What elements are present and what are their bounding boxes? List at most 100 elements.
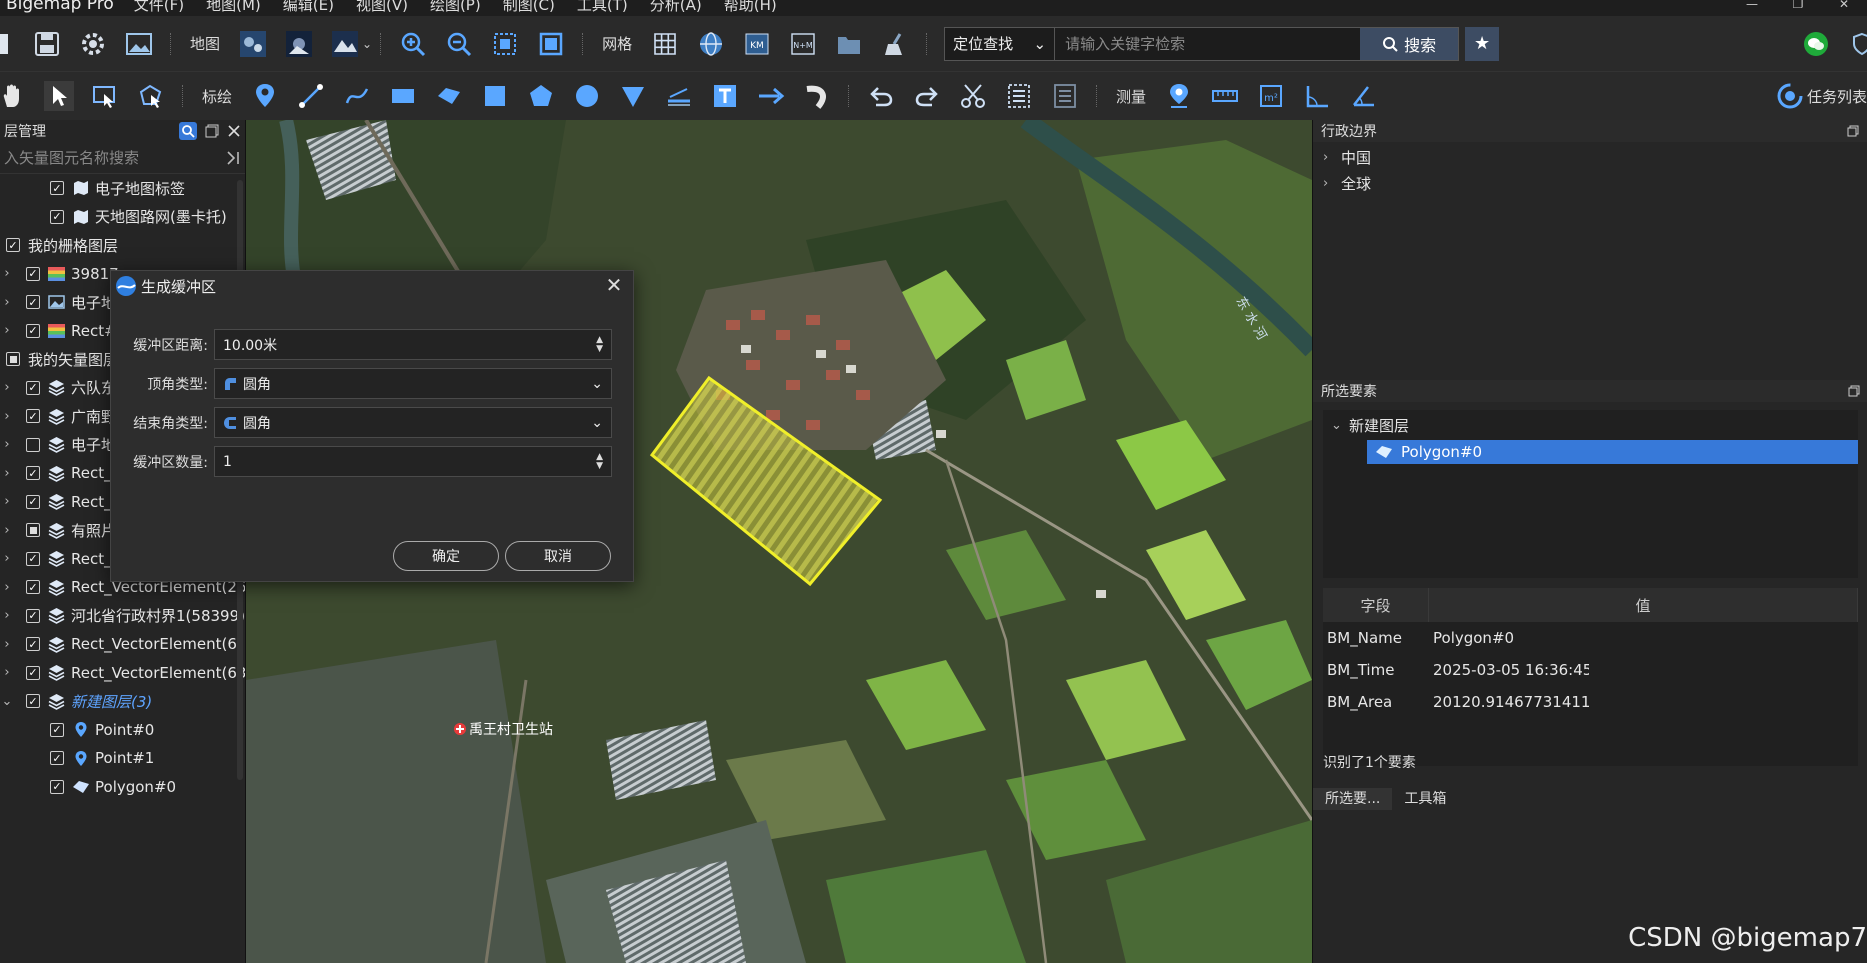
copy-list-icon[interactable] (1050, 81, 1080, 111)
flag-polygon-icon[interactable] (434, 81, 464, 111)
maximize-button[interactable]: ❐ (1775, 0, 1821, 16)
layer-checkbox[interactable]: ✓ (26, 608, 40, 623)
table-row[interactable]: BM_Time 2025-03-05 16:36:45 (1323, 654, 1858, 686)
measure-area-icon[interactable]: m² (1256, 81, 1286, 111)
layer-tree-row[interactable]: › ✓ Rect_VectorElement(6) (0, 630, 245, 659)
chevron-right-icon[interactable]: › (0, 409, 14, 424)
curve-draw-icon[interactable] (342, 81, 372, 111)
layer-checkbox[interactable]: ✓ (26, 266, 40, 281)
layer-checkbox[interactable]: ✓ (26, 637, 40, 652)
map-dropdown-chevron-icon[interactable]: ⌄ (362, 37, 372, 51)
clear-broom-icon[interactable] (880, 29, 910, 59)
table-row[interactable]: BM_Area 20120.91467731411 (1323, 686, 1858, 718)
layer-tree-row[interactable]: ✓ 我的栅格图层 (0, 231, 245, 260)
chevron-right-icon[interactable]: › (0, 295, 14, 310)
nm-grid-icon[interactable]: N+M (788, 29, 818, 59)
chevron-right-icon[interactable]: › (0, 580, 14, 595)
menu-draw[interactable]: 绘图(P) (430, 0, 481, 15)
chevron-right-icon[interactable]: › (0, 665, 14, 680)
restore-panel-icon[interactable] (1848, 385, 1860, 397)
search-icon[interactable] (179, 122, 197, 140)
marker-pin-icon[interactable] (250, 81, 280, 111)
chevron-right-icon[interactable]: › (0, 494, 14, 509)
zoom-in-icon[interactable] (398, 29, 428, 59)
restore-panel-icon[interactable] (1847, 125, 1859, 137)
chevron-right-icon[interactable]: › (0, 551, 14, 566)
menu-tools[interactable]: 工具(T) (577, 0, 628, 15)
layer-tree-row[interactable]: ✓ 天地图路网(墨卡托) (0, 203, 245, 232)
grid-icon[interactable] (650, 29, 680, 59)
layer-checkbox[interactable]: ✓ (26, 380, 40, 395)
table-row[interactable]: BM_Name Polygon#0 (1323, 622, 1858, 654)
layer-checkbox[interactable]: ✓ (50, 779, 64, 794)
settings-icon[interactable] (78, 29, 108, 59)
vector-search-input[interactable]: 入矢量图元名称搜索 (0, 142, 245, 174)
measure-point-icon[interactable] (1164, 81, 1194, 111)
layer-checkbox[interactable]: ✓ (50, 181, 64, 196)
close-window-button[interactable]: ✕ (1821, 0, 1867, 16)
line-draw-icon[interactable] (296, 81, 326, 111)
chevron-right-icon[interactable]: › (0, 523, 14, 538)
layer-checkbox[interactable]: ✓ (50, 722, 64, 737)
menu-cartography[interactable]: 制图(C) (503, 0, 555, 15)
cancel-button[interactable]: 取消 (505, 541, 611, 571)
layer-checkbox[interactable]: ✓ (26, 323, 40, 338)
polygon-select-icon[interactable] (136, 81, 166, 111)
layer-checkbox[interactable]: ✓ (26, 665, 40, 680)
clinic-poi-icon[interactable] (454, 723, 466, 735)
layer-tree-row[interactable]: ⌄ ✓ 新建图层(3) (0, 687, 245, 716)
tab-toolbox[interactable]: 工具箱 (1392, 788, 1458, 810)
close-icon[interactable] (227, 124, 241, 138)
favorite-star-button[interactable]: ★ (1465, 26, 1500, 61)
measure-distance-icon[interactable] (1210, 81, 1240, 111)
minimize-button[interactable]: — (1729, 0, 1775, 16)
layer-checkbox[interactable]: ✓ (26, 295, 40, 310)
save-icon[interactable] (32, 29, 62, 59)
value-column-header[interactable]: 值 (1429, 588, 1858, 622)
chevron-right-icon[interactable]: › (0, 266, 14, 281)
full-extent-icon[interactable] (536, 29, 566, 59)
km-grid-icon[interactable]: KM (742, 29, 772, 59)
scissors-cut-icon[interactable] (958, 81, 988, 111)
restore-panel-icon[interactable] (205, 124, 219, 138)
menu-analysis[interactable]: 分析(A) (650, 0, 702, 15)
night-map-icon[interactable] (284, 29, 314, 59)
chevron-right-icon[interactable]: › (0, 323, 14, 338)
ok-button[interactable]: 确定 (393, 541, 499, 571)
circle-draw-icon[interactable] (572, 81, 602, 111)
tab-selected-features[interactable]: 所选要... (1313, 788, 1393, 810)
arrow-draw-icon[interactable] (756, 81, 786, 111)
layer-tree-row[interactable]: › ✓ 河北省行政村界1(58399) (0, 602, 245, 631)
pentagon-draw-icon[interactable] (526, 81, 556, 111)
layer-tree-row[interactable]: ✓ Polygon#0 (0, 773, 245, 802)
selected-feature-item[interactable]: Polygon#0 (1367, 440, 1858, 464)
admin-item-china[interactable]: › 中国 (1313, 144, 1867, 170)
layer-checkbox[interactable]: ✓ (50, 751, 64, 766)
measure-angle-icon[interactable] (1302, 81, 1332, 111)
menu-edit[interactable]: 编辑(E) (283, 0, 334, 15)
collapse-arrow-icon[interactable] (225, 150, 241, 166)
measure-azimuth-icon[interactable] (1348, 81, 1378, 111)
square-draw-icon[interactable] (480, 81, 510, 111)
wechat-icon[interactable] (1801, 29, 1831, 59)
sector-draw-icon[interactable] (618, 81, 648, 111)
new-file-icon[interactable] (0, 29, 16, 59)
redo-icon[interactable] (912, 81, 942, 111)
zoom-out-icon[interactable] (444, 29, 474, 59)
layer-checkbox[interactable] (26, 437, 40, 452)
layer-checkbox[interactable] (26, 523, 40, 538)
ruler-text-icon[interactable] (664, 81, 694, 111)
attribute-list-icon[interactable] (1004, 81, 1034, 111)
dialog-close-button[interactable]: ✕ (603, 274, 625, 296)
menu-file[interactable]: 文件(F) (134, 0, 184, 15)
layer-checkbox[interactable] (6, 352, 20, 367)
rectangle-draw-icon[interactable] (388, 81, 418, 111)
select-pointer-icon[interactable] (44, 81, 74, 111)
layer-tree-row[interactable]: ✓ Point#0 (0, 716, 245, 745)
task-list-icon[interactable] (1775, 81, 1805, 111)
chevron-right-icon[interactable]: › (0, 466, 14, 481)
chevron-right-icon[interactable]: › (0, 437, 14, 452)
latlng-grid-icon[interactable] (696, 29, 726, 59)
buffer-count-spinbox[interactable]: 1 ▲ ▼ (214, 446, 612, 477)
curved-arrow-icon[interactable] (802, 81, 832, 111)
